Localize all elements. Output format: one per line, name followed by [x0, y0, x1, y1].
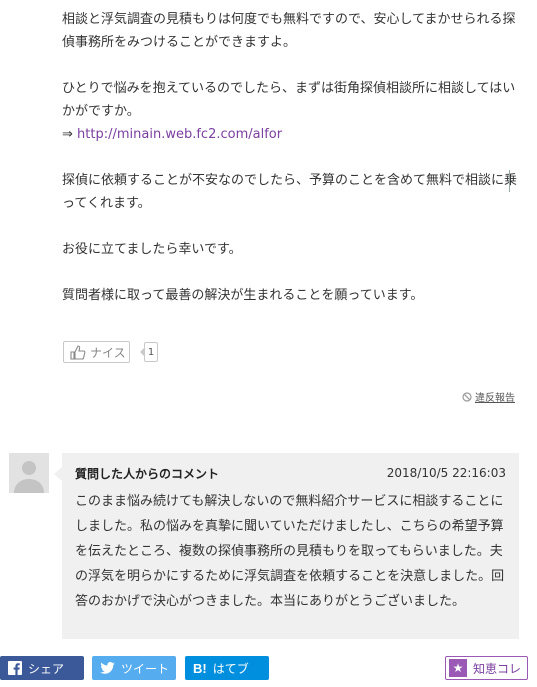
- chie-collection-button[interactable]: ★ 知恵コレ: [445, 656, 528, 680]
- answer-paragraph-with-link: ひとりで悩みを抱えているのでしたら、まずは街角探偵相談所に相談してはいかがですか…: [62, 77, 522, 146]
- facebook-icon: [8, 661, 22, 675]
- facebook-share-button[interactable]: シェア: [0, 656, 84, 680]
- chie-collection-label: 知恵コレ: [473, 661, 522, 676]
- text-caret: [509, 170, 510, 192]
- answer-paragraph: 探偵に依頼することが不安なのでしたら、予算のことを含めて無料で相談に乗ってくれま…: [62, 173, 518, 211]
- twitter-share-button[interactable]: ツイート: [92, 656, 176, 680]
- avatar: [9, 453, 49, 493]
- questioner-comment: 質問した人からのコメント 2018/10/5 22:16:03 このまま悩み続け…: [54, 453, 519, 639]
- answer-paragraph: 質問者様に取って最善の解決が生まれることを願っています。: [62, 288, 424, 303]
- report-link[interactable]: 違反報告: [462, 389, 515, 404]
- report-label: 違反報告: [475, 393, 515, 404]
- answer-paragraph-text: ひとりで悩みを抱えているのでしたら、まずは街角探偵相談所に相談してはいかがですか…: [62, 81, 516, 119]
- hatena-bookmark-button[interactable]: B! はてブ: [185, 656, 269, 680]
- hatena-bookmark-icon: B!: [193, 660, 207, 676]
- nice-count: 1: [140, 342, 158, 362]
- nice-button[interactable]: ナイス: [63, 341, 130, 363]
- thumbs-up-icon: [70, 344, 86, 360]
- default-user-icon: [9, 453, 49, 493]
- twitter-share-label: ツイート: [121, 661, 170, 676]
- comment-header: 質問した人からのコメント 2018/10/5 22:16:03: [75, 463, 506, 483]
- comment-title: 質問した人からのコメント: [75, 466, 220, 481]
- hatena-bookmark-label: はてブ: [212, 661, 249, 676]
- facebook-share-label: シェア: [28, 661, 65, 676]
- nice-label: ナイス: [90, 345, 126, 360]
- comment-body: このまま悩み続けても解決しないので無料紹介サービスに相談することにしました。私の…: [75, 494, 505, 609]
- comment-date: 2018/10/5 22:16:03: [386, 466, 506, 480]
- answer-paragraph: 相談と浮気調査の見積もりは何度でも無料ですので、安心してまかせられる探偵事務所を…: [62, 12, 516, 50]
- answer-body: 相談と浮気調査の見積もりは何度でも無料ですので、安心してまかせられる探偵事務所を…: [62, 8, 522, 330]
- answer-link[interactable]: http://minain.web.fc2.com/alfor: [77, 127, 282, 142]
- answer-paragraph: お役に立てましたら幸いです。: [62, 242, 242, 257]
- link-arrow: ⇒: [62, 127, 73, 142]
- prohibited-icon: [462, 391, 472, 402]
- star-icon: ★: [449, 659, 467, 677]
- twitter-bird-icon: [100, 662, 115, 674]
